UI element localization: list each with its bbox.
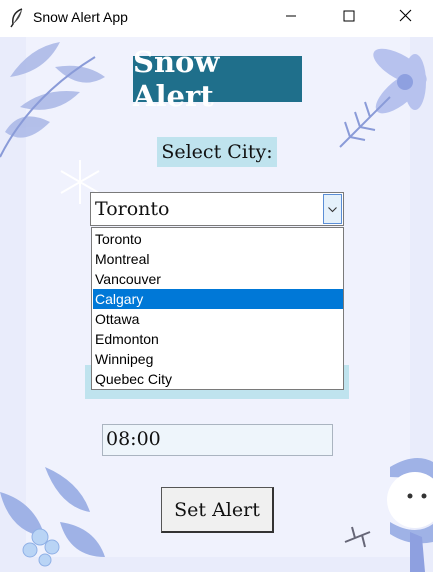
minimize-button[interactable] xyxy=(262,0,320,36)
city-dropdown-list: Toronto Montreal Vancouver Calgary Ottaw… xyxy=(91,227,344,390)
dropdown-option[interactable]: Winnipeg xyxy=(93,349,343,369)
window-title: Snow Alert App xyxy=(33,9,128,25)
dropdown-option[interactable]: Ottawa xyxy=(93,309,343,329)
dropdown-option[interactable]: Montreal xyxy=(93,249,343,269)
alert-time-input[interactable]: 08:00 xyxy=(102,424,333,456)
minimize-icon xyxy=(285,9,297,27)
dropdown-option[interactable]: Vancouver xyxy=(93,269,343,289)
leaves-decoration-icon xyxy=(0,42,105,158)
dropdown-option[interactable]: Quebec City xyxy=(93,369,343,389)
city-combobox[interactable]: Toronto xyxy=(90,192,344,226)
select-city-label: Select City: xyxy=(157,137,277,167)
set-alert-button[interactable]: Set Alert xyxy=(161,487,274,533)
close-button[interactable] xyxy=(376,0,433,36)
app-heading: Snow Alert xyxy=(133,45,302,113)
feather-icon xyxy=(8,8,26,28)
combobox-value: Toronto xyxy=(95,198,170,220)
window-titlebar: Snow Alert App xyxy=(0,0,433,36)
snowman-decoration-icon xyxy=(344,458,433,572)
holly-decoration-icon xyxy=(0,467,105,567)
dropdown-arrow-button[interactable] xyxy=(323,194,342,224)
flower-decoration-icon xyxy=(339,48,427,148)
maximize-button[interactable] xyxy=(320,0,378,36)
maximize-icon xyxy=(343,9,355,27)
chevron-down-icon xyxy=(328,200,337,218)
app-content: Snow Alert Select City: Toronto Toronto … xyxy=(0,37,433,572)
dropdown-option[interactable]: Toronto xyxy=(93,229,343,249)
close-icon xyxy=(399,9,412,27)
dropdown-option[interactable]: Edmonton xyxy=(93,329,343,349)
dropdown-option-highlighted[interactable]: Calgary xyxy=(93,289,343,309)
